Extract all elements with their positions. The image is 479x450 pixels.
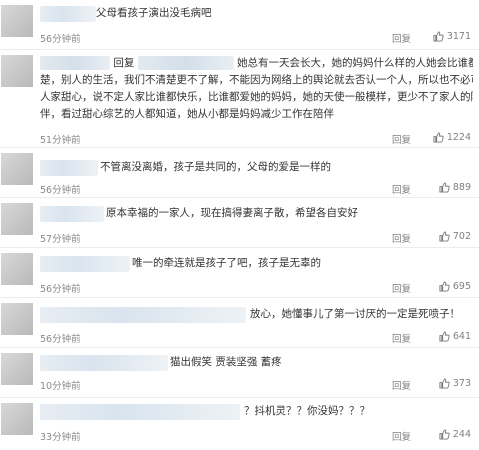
comment-item: 回复 她总有一天会长大，她的妈妈什么样的人她会比谁都清 楚，别人的生活，我们不清… xyxy=(0,50,479,148)
timestamp: 33分钟前 xyxy=(40,432,81,443)
username[interactable] xyxy=(40,160,98,176)
reply-prefix: 回复 xyxy=(113,57,135,69)
comment-line: 不管离没离婚，孩子是共同的，父母的爱是一样的 xyxy=(100,161,331,173)
like-button[interactable]: 702 xyxy=(439,231,471,242)
comment-line: 原本幸福的一家人，现在搞得妻离子散，希望各自安好 xyxy=(106,207,358,219)
thumbs-up-icon xyxy=(439,281,450,292)
comment-item: 猫出假笑 贾装坚强 蓄疼 10分钟前 回复 373 xyxy=(0,348,479,398)
timestamp: 56分钟前 xyxy=(40,284,81,295)
thumbs-up-icon xyxy=(439,182,450,193)
avatar[interactable] xyxy=(1,403,33,435)
comment-line: 父母看孩子演出没毛病吧 xyxy=(96,7,212,19)
comment-item: 父母看孩子演出没毛病吧 56分钟前 回复 3171 xyxy=(0,0,479,50)
avatar[interactable] xyxy=(1,353,33,385)
like-button[interactable]: 244 xyxy=(439,429,471,440)
reply-button[interactable]: 回复 xyxy=(392,331,411,345)
like-button[interactable]: 373 xyxy=(439,378,471,389)
like-count: 695 xyxy=(452,281,471,292)
comment-item: 放心，她懂事儿了第一讨厌的一定是死喷子！ 56分钟前 回复 641 xyxy=(0,298,479,348)
like-count: 373 xyxy=(452,378,471,389)
comment-line: 放心，她懂事儿了第一讨厌的一定是死喷子！ xyxy=(250,308,460,320)
timestamp: 57分钟前 xyxy=(40,234,81,245)
reply-button[interactable]: 回复 xyxy=(392,429,411,443)
comment-text: 唯一的牵连就是孩子了吧，孩子是无辜的 xyxy=(132,255,473,272)
comment-text: ？抖机灵？？你没妈？？？ xyxy=(244,403,473,420)
username[interactable] xyxy=(40,206,104,222)
timestamp: 56分钟前 xyxy=(40,34,81,45)
like-button[interactable]: 695 xyxy=(439,281,471,292)
comment-line: 人家甜心，说不定人家比谁都快乐，比谁都爱她的妈妈，她的天使一般模样，更少不了家人… xyxy=(40,91,473,103)
like-button[interactable]: 3171 xyxy=(433,31,471,42)
comment-meta: 56分钟前 回复 3171 xyxy=(40,31,471,45)
reply-button[interactable]: 回复 xyxy=(392,132,411,146)
reply-button[interactable]: 回复 xyxy=(392,281,411,295)
like-count: 3171 xyxy=(446,31,471,42)
comment-meta: 10分钟前 回复 373 xyxy=(40,378,471,392)
comment-line: 她总有一天会长大，她的妈妈什么样的人她会比谁都清 xyxy=(237,57,473,69)
username[interactable] xyxy=(40,355,168,371)
reply-button[interactable]: 回复 xyxy=(392,378,411,392)
reply-button[interactable]: 回复 xyxy=(392,31,411,45)
thumbs-up-icon xyxy=(433,31,444,42)
comment-line: ？抖机灵？？你没妈？？？ xyxy=(244,405,370,417)
comment-line: 唯一的牵连就是孩子了吧，孩子是无辜的 xyxy=(132,257,321,269)
comment-text: 回复 她总有一天会长大，她的妈妈什么样的人她会比谁都清 楚，别人的生活，我们不清… xyxy=(40,55,473,123)
thumbs-up-icon xyxy=(433,132,444,143)
like-count: 702 xyxy=(452,231,471,242)
comment-line: 伴，看过甜心综艺的人都知道，她从小都是妈妈减少工作在陪伴 xyxy=(40,108,334,120)
thumbs-up-icon xyxy=(439,331,450,342)
comment-list: 父母看孩子演出没毛病吧 56分钟前 回复 3171 回复 她总有一天会长大，她的… xyxy=(0,0,479,450)
thumbs-up-icon xyxy=(439,429,450,440)
avatar[interactable] xyxy=(1,5,33,37)
thumbs-up-icon xyxy=(439,231,450,242)
timestamp: 10分钟前 xyxy=(40,381,81,392)
username[interactable] xyxy=(40,6,96,22)
comment-line: 猫出假笑 贾装坚强 蓄疼 xyxy=(170,356,282,368)
mentioned-user[interactable] xyxy=(137,56,234,70)
like-button[interactable]: 641 xyxy=(439,331,471,342)
thumbs-up-icon xyxy=(439,378,450,389)
avatar[interactable] xyxy=(1,203,33,235)
comment-text: 父母看孩子演出没毛病吧 xyxy=(96,5,473,22)
comment-text: 放心，她懂事儿了第一讨厌的一定是死喷子！ xyxy=(250,306,473,323)
comment-meta: 33分钟前 回复 244 xyxy=(40,429,471,443)
comment-text: 猫出假笑 贾装坚强 蓄疼 xyxy=(170,354,473,371)
comment-meta: 57分钟前 回复 702 xyxy=(40,231,471,245)
comment-meta: 51分钟前 回复 1224 xyxy=(40,132,471,146)
comment-text: 原本幸福的一家人，现在搞得妻离子散，希望各自安好 xyxy=(106,205,473,222)
avatar[interactable] xyxy=(1,153,33,185)
like-count: 1224 xyxy=(446,132,471,143)
comment-item: 唯一的牵连就是孩子了吧，孩子是无辜的 56分钟前 回复 695 xyxy=(0,248,479,298)
like-count: 244 xyxy=(452,429,471,440)
username[interactable] xyxy=(40,307,246,323)
like-count: 641 xyxy=(452,331,471,342)
username[interactable] xyxy=(40,404,240,420)
comment-meta: 56分钟前 回复 641 xyxy=(40,331,471,345)
avatar[interactable] xyxy=(1,55,33,87)
like-count: 889 xyxy=(452,182,471,193)
timestamp: 56分钟前 xyxy=(40,185,81,196)
like-button[interactable]: 1224 xyxy=(433,132,471,143)
username[interactable] xyxy=(40,256,130,272)
comment-text: 不管离没离婚，孩子是共同的，父母的爱是一样的 xyxy=(100,159,473,176)
username[interactable] xyxy=(40,56,110,70)
timestamp: 51分钟前 xyxy=(40,135,81,146)
comment-item: 不管离没离婚，孩子是共同的，父母的爱是一样的 56分钟前 回复 889 xyxy=(0,148,479,198)
avatar[interactable] xyxy=(1,303,33,335)
reply-button[interactable]: 回复 xyxy=(392,182,411,196)
comment-item: 原本幸福的一家人，现在搞得妻离子散，希望各自安好 57分钟前 回复 702 xyxy=(0,198,479,248)
avatar[interactable] xyxy=(1,253,33,285)
comment-meta: 56分钟前 回复 889 xyxy=(40,182,471,196)
timestamp: 56分钟前 xyxy=(40,334,81,345)
comment-item: ？抖机灵？？你没妈？？？ 33分钟前 回复 244 xyxy=(0,398,479,450)
like-button[interactable]: 889 xyxy=(439,182,471,193)
comment-line: 楚，别人的生活，我们不清楚更不了解，不能因为网络上的舆论就去否认一个人，所以也不… xyxy=(40,74,473,86)
comment-meta: 56分钟前 回复 695 xyxy=(40,281,471,295)
reply-button[interactable]: 回复 xyxy=(392,231,411,245)
